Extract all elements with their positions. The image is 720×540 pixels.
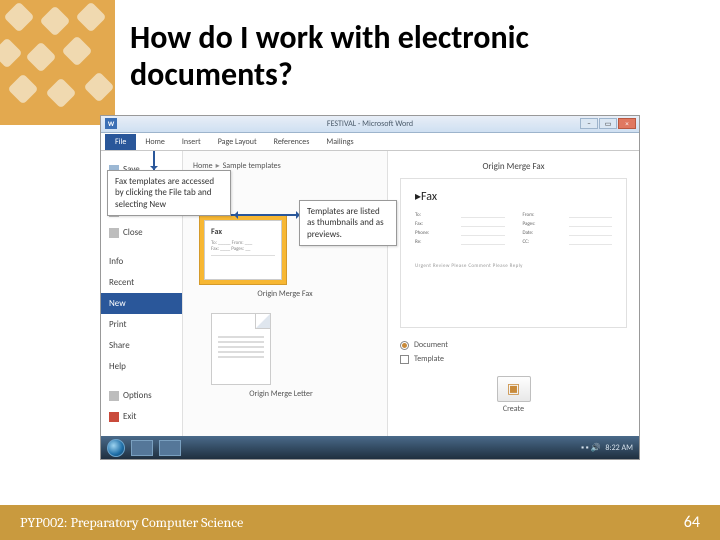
callout-thumbnails: Templates are listed as thumbnails and a…: [299, 200, 397, 246]
menu-exit[interactable]: Exit: [101, 406, 182, 427]
radio-document[interactable]: Document: [400, 338, 627, 352]
start-button[interactable]: [107, 439, 125, 457]
maximize-button[interactable]: ▭: [599, 118, 617, 129]
fax-footer-labels: Urgent Review Please Comment Please Repl…: [415, 263, 612, 269]
slide-title-block: How do I work with electronic documents?: [115, 15, 690, 99]
preview-title: Origin Merge Fax: [400, 159, 627, 178]
word-screenshot: W FESTIVAL - Microsoft Word – ▭ × File H…: [100, 115, 640, 460]
tab-insert[interactable]: Insert: [174, 134, 209, 150]
ribbon-tabs: File Home Insert Page Layout References …: [101, 133, 639, 151]
menu-recent[interactable]: Recent: [101, 272, 182, 293]
window-titlebar: W FESTIVAL - Microsoft Word – ▭ ×: [101, 116, 639, 133]
tab-references[interactable]: References: [266, 134, 318, 150]
crumb-sample[interactable]: Sample templates: [223, 161, 281, 171]
footer-course: PYP002: Preparatory Computer Science: [20, 514, 243, 531]
slide-title: How do I work with electronic documents?: [130, 20, 675, 94]
fax-heading: ▸Fax: [415, 189, 612, 204]
menu-info[interactable]: Info: [101, 251, 182, 272]
create-button[interactable]: ▣: [497, 376, 531, 402]
page-number: 64: [684, 513, 700, 532]
tab-mailings[interactable]: Mailings: [318, 134, 361, 150]
template-card-letter[interactable]: [211, 313, 271, 385]
window-title: FESTIVAL - Microsoft Word: [327, 119, 413, 129]
tab-pagelayout[interactable]: Page Layout: [210, 134, 265, 150]
menu-share[interactable]: Share: [101, 335, 182, 356]
create-label: Create: [400, 404, 627, 414]
menu-print[interactable]: Print: [101, 314, 182, 335]
fax-preview: ▸Fax To:From: Fax:Pages: Phone:Date: Re:…: [400, 178, 627, 328]
windows-taskbar: ▪ ▪ 🔊 8:22 AM: [101, 436, 639, 459]
clock: 8:22 AM: [605, 443, 633, 453]
thumb-heading: Fax: [211, 227, 275, 237]
arrow-icon: [231, 214, 303, 216]
tab-file[interactable]: File: [105, 134, 136, 150]
slide-footer: PYP002: Preparatory Computer Science 64: [0, 505, 720, 540]
minimize-button[interactable]: –: [580, 118, 598, 129]
preview-pane: Origin Merge Fax ▸Fax To:From: Fax:Pages…: [388, 151, 639, 436]
menu-new[interactable]: New: [101, 293, 182, 314]
radio-template[interactable]: Template: [400, 352, 627, 366]
template-card-selected[interactable]: Fax To: _____ From: ___Fax: ____ Pages: …: [199, 215, 287, 285]
word-app-icon: W: [105, 118, 117, 129]
template-label-fax: Origin Merge Fax: [193, 285, 377, 307]
menu-options[interactable]: Options: [101, 385, 182, 406]
taskbar-item[interactable]: [131, 440, 153, 456]
menu-close[interactable]: Close: [101, 222, 182, 243]
callout-fax-templates: Fax templates are accessed by clicking t…: [107, 170, 231, 216]
tab-home[interactable]: Home: [137, 134, 173, 150]
close-button[interactable]: ×: [618, 118, 636, 129]
template-label-letter: Origin Merge Letter: [185, 385, 377, 407]
taskbar-item[interactable]: [159, 440, 181, 456]
tray-icon[interactable]: ▪ ▪ 🔊: [581, 443, 600, 453]
menu-help[interactable]: Help: [101, 356, 182, 377]
